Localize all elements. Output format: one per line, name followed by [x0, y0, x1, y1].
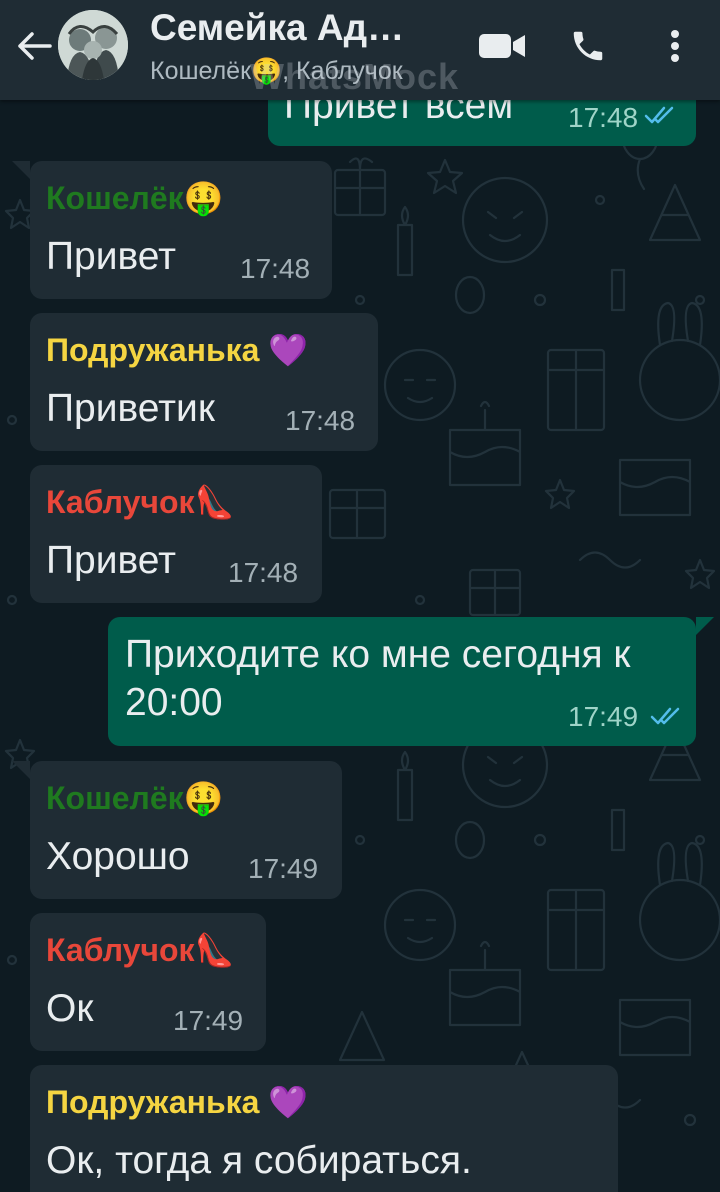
sender-emoji: 💜: [268, 1084, 309, 1120]
phone-icon[interactable]: [566, 24, 610, 68]
more-vertical-icon[interactable]: [660, 24, 690, 68]
message-incoming[interactable]: Подружанька 💜 Ок, тогда я собираться.: [30, 1065, 618, 1192]
message-outgoing[interactable]: Приходите ко мне сегодня к 20:00 17:49: [108, 617, 696, 746]
group-avatar[interactable]: [58, 10, 128, 80]
chat-title[interactable]: Семейка Ад…: [150, 6, 450, 50]
message-time: 17:48: [228, 557, 299, 588]
message-text: Хорошо: [46, 835, 190, 878]
message-incoming[interactable]: Подружанька 💜 Приветик 17:48: [30, 313, 378, 451]
sender-label: Кошелёк: [46, 780, 184, 816]
sender-name: Кошелёк🤑: [46, 179, 224, 217]
arrow-left-icon[interactable]: [14, 26, 54, 66]
sender-label: Каблучок: [46, 932, 195, 968]
sender-label: Подружанька: [46, 1084, 260, 1120]
sender-emoji: 👠: [194, 932, 235, 968]
sender-name: Подружанька 💜: [46, 1083, 308, 1121]
sender-emoji: 🤑: [183, 180, 224, 216]
message-incoming[interactable]: Каблучок👠 Ок 17:49: [30, 913, 266, 1051]
double-check-icon: [644, 104, 676, 133]
message-text: Привет: [46, 539, 177, 582]
message-time: 17:49: [173, 1005, 244, 1036]
sender-emoji: 👠: [194, 484, 235, 520]
bubble-tail: [12, 161, 30, 179]
message-incoming[interactable]: Кошелёк🤑 Хорошо 17:49: [30, 761, 342, 899]
message-time: 17:49: [248, 853, 319, 884]
watermark: WhatsMock: [250, 56, 460, 97]
bubble-tail: [12, 761, 30, 779]
message-text-line1: Приходите ко мне сегодня к: [125, 633, 631, 676]
message-incoming[interactable]: Каблучок👠 Привет 17:48: [30, 465, 322, 603]
message-time: 17:48: [240, 253, 311, 284]
video-call-icon[interactable]: [474, 24, 530, 68]
message-time: 17:49: [568, 701, 639, 732]
message-text: Ок, тогда я собираться.: [46, 1139, 472, 1182]
sender-emoji: 🤑: [183, 780, 224, 816]
sender-label: Кошелёк: [46, 180, 184, 216]
bubble-tail: [696, 617, 714, 635]
double-check-icon: [650, 705, 682, 734]
message-time: 17:48: [285, 405, 356, 436]
sender-label: Подружанька: [46, 332, 260, 368]
message-text-line2: 20:00: [125, 681, 223, 724]
sender-name: Подружанька 💜: [46, 331, 308, 369]
message-incoming[interactable]: Кошелёк🤑 Привет 17:48: [30, 161, 332, 299]
sender-name: Кошелёк🤑: [46, 779, 224, 817]
message-text: Ок: [46, 987, 94, 1030]
sender-name: Каблучок👠: [46, 931, 234, 969]
sender-emoji: 💜: [268, 332, 309, 368]
message-text: Приветик: [46, 387, 215, 430]
message-text: Привет: [46, 235, 177, 278]
message-time: 17:48: [568, 102, 639, 133]
sender-name: Каблучок👠: [46, 483, 234, 521]
sender-label: Каблучок: [46, 484, 195, 520]
